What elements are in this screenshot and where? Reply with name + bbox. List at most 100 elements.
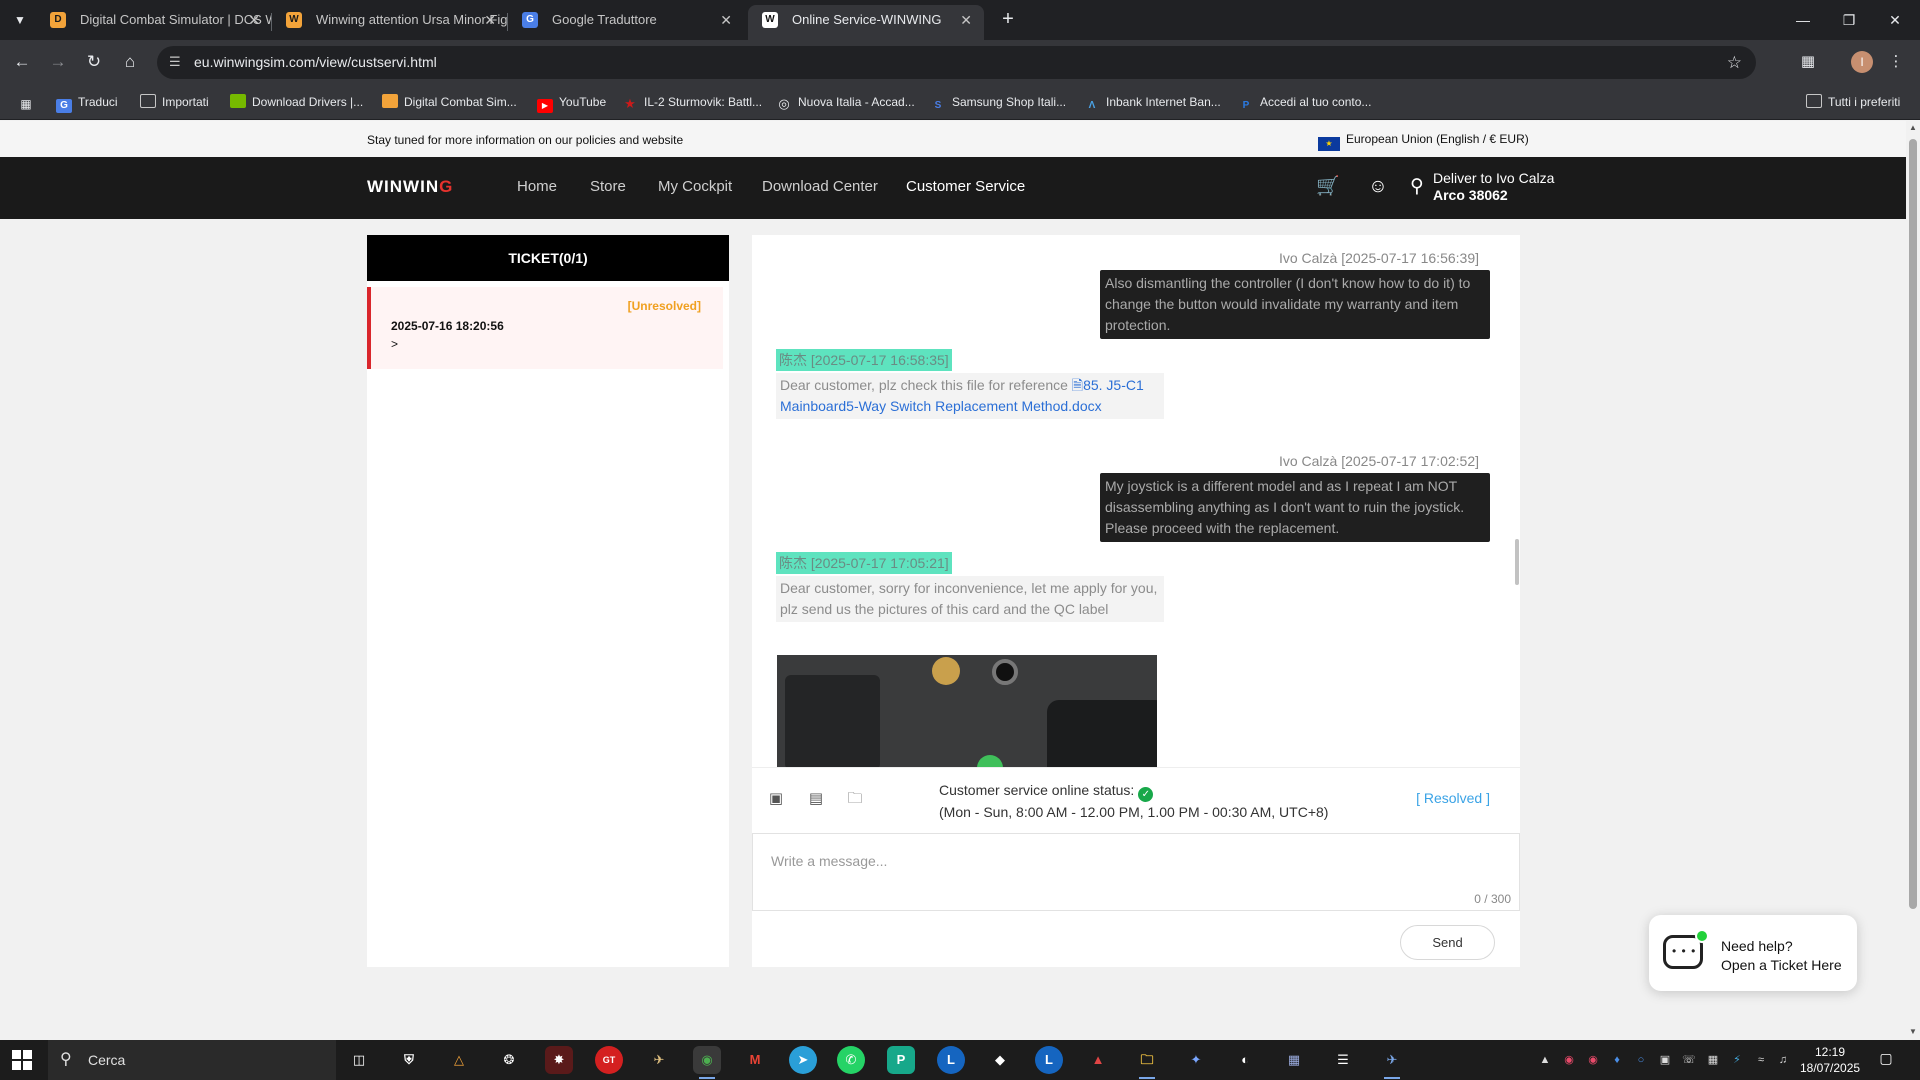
address-url[interactable]: eu.winwingsim.com/view/custservi.html — [194, 46, 437, 79]
tray-app-icon[interactable]: ☏ — [1681, 1052, 1697, 1068]
close-tab-icon[interactable]: ✕ — [484, 5, 496, 35]
nav-my-cockpit[interactable]: My Cockpit — [658, 178, 732, 195]
app-icon[interactable]: △ — [445, 1046, 473, 1074]
app-icon[interactable]: P — [887, 1046, 915, 1074]
scrollbar-thumb[interactable] — [1909, 139, 1917, 909]
whatsapp-icon[interactable]: ✆ — [837, 1046, 865, 1074]
close-tab-icon[interactable]: ✕ — [248, 5, 260, 35]
nav-home[interactable]: Home — [517, 178, 557, 195]
upload-video-icon[interactable]: ▤ — [806, 790, 826, 808]
app-icon[interactable]: ✈ — [1378, 1046, 1406, 1079]
bookmark-importati[interactable]: Importati — [140, 85, 209, 119]
tray-app-icon[interactable]: ⚡ — [1729, 1052, 1745, 1068]
app-icon[interactable]: L — [1035, 1046, 1063, 1074]
taskbar-clock[interactable]: 12:19 18/07/2025 — [1800, 1044, 1860, 1076]
steering-wheel-icon[interactable]: ❂ — [495, 1046, 523, 1074]
bookmark-traduci[interactable]: G Traduci — [56, 85, 118, 119]
tab-search-chevron-icon[interactable]: ▼ — [8, 9, 32, 31]
close-tab-icon[interactable]: ✕ — [960, 5, 972, 35]
app-icon[interactable]: ✸ — [545, 1046, 573, 1074]
bookmark-dcs[interactable]: Digital Combat Sim... — [382, 85, 517, 119]
bookmark-youtube[interactable]: ▶ YouTube — [537, 85, 606, 119]
address-bar[interactable]: ☰ eu.winwingsim.com/view/custservi.html … — [157, 46, 1756, 79]
app-icon[interactable]: ☰ — [1329, 1046, 1357, 1074]
close-window-icon[interactable]: ✕ — [1872, 0, 1918, 40]
tray-app-icon[interactable]: ◉ — [1585, 1052, 1601, 1068]
task-view-icon[interactable]: ◫ — [345, 1046, 373, 1074]
reload-icon[interactable]: ↻ — [80, 48, 108, 76]
volume-icon[interactable]: ♫ — [1775, 1052, 1791, 1068]
nav-customer-service[interactable]: Customer Service — [906, 178, 1025, 195]
back-arrow-icon[interactable]: ← — [8, 48, 36, 76]
browser-tab-online-service[interactable]: W Online Service-WINWING ✕ — [748, 5, 984, 40]
chrome-icon[interactable]: ◉ — [693, 1046, 721, 1079]
tray-chevron-up-icon[interactable]: ▲ — [1537, 1052, 1553, 1068]
notification-center-icon[interactable]: ▢ — [1876, 1050, 1896, 1070]
deliver-to[interactable]: Deliver to Ivo Calza Arco 38062 — [1433, 170, 1554, 204]
help-widget[interactable]: Need help? Open a Ticket Here — [1649, 915, 1857, 991]
close-tab-icon[interactable]: ✕ — [720, 5, 732, 35]
location-pin-icon[interactable]: ⚲ — [1405, 175, 1429, 199]
forward-arrow-icon[interactable]: → — [44, 48, 72, 76]
app-icon[interactable]: L — [937, 1046, 965, 1074]
tray-app-icon[interactable]: ◉ — [1561, 1052, 1577, 1068]
tray-app-icon[interactable]: ▦ — [1705, 1052, 1721, 1068]
bookmark-nuova-italia[interactable]: ◎ Nuova Italia - Accad... — [776, 85, 914, 119]
new-tab-plus-icon[interactable]: + — [994, 6, 1022, 34]
message-input[interactable] — [771, 850, 1471, 872]
bookmark-paypal[interactable]: P Accedi al tuo conto... — [1238, 85, 1372, 119]
windows-start-icon[interactable] — [12, 1050, 32, 1070]
browser-tab-dcs[interactable]: D Digital Combat Simulator | DCS World ✕ — [36, 5, 272, 40]
app-icon[interactable]: ▲ — [1084, 1046, 1112, 1074]
site-info-icon[interactable]: ☰ — [169, 54, 185, 70]
home-icon[interactable]: ⌂ — [116, 48, 144, 76]
plane-icon[interactable]: ✈ — [645, 1046, 673, 1074]
bookmark-nvidia-drivers[interactable]: Download Drivers |... — [230, 85, 363, 119]
cart-icon[interactable]: 🛒 — [1316, 175, 1340, 199]
scroll-down-arrow-icon[interactable]: ▼ — [1908, 1027, 1918, 1036]
telegram-icon[interactable]: ➤ — [789, 1046, 817, 1074]
tray-app-icon[interactable]: ▣ — [1657, 1052, 1673, 1068]
taskbar-search[interactable]: ⚲ Cerca — [48, 1040, 336, 1080]
extensions-puzzle-icon[interactable]: ▦ — [1794, 48, 1822, 76]
file-explorer-icon[interactable]: 🗀 — [1133, 1046, 1161, 1079]
bookmark-star-icon[interactable]: ☆ — [1727, 46, 1742, 79]
upload-file-folder-icon[interactable]: 🗀 — [845, 790, 865, 808]
nav-store[interactable]: Store — [590, 178, 626, 195]
browser-tab-winwing-ursa[interactable]: W Winwing attention Ursa Minor Fighter ✕ — [272, 5, 508, 40]
user-message-meta: Ivo Calzà [2025-07-17 16:56:39] — [1278, 250, 1479, 266]
ticket-item[interactable]: [Unresolved] 2025-07-16 18:20:56 > — [367, 287, 723, 369]
bookmark-inbank[interactable]: Λ Inbank Internet Ban... — [1084, 85, 1221, 119]
message-list-scrollbar[interactable] — [1515, 539, 1519, 585]
region-selector[interactable]: ★ European Union (English / € EUR) — [1318, 132, 1529, 151]
bookmark-samsung[interactable]: S Samsung Shop Itali... — [930, 85, 1066, 119]
nav-download-center[interactable]: Download Center — [762, 178, 878, 195]
upload-image-icon[interactable]: ▣ — [766, 790, 786, 808]
message-list[interactable]: Ivo Calzà [2025-07-17 16:56:39] Also dis… — [752, 235, 1520, 767]
winwing-logo[interactable]: WINWING — [367, 177, 453, 197]
minimize-window-icon[interactable]: — — [1780, 0, 1826, 40]
mark-resolved-button[interactable]: [ Resolved ] — [1416, 790, 1490, 806]
browser-tab-google-translate[interactable]: G Google Traduttore ✕ — [508, 5, 744, 40]
restore-window-icon[interactable]: ❐ — [1826, 0, 1872, 40]
account-user-icon[interactable]: ☺ — [1366, 175, 1390, 199]
attached-photo[interactable] — [777, 655, 1157, 767]
app-icon[interactable]: ✦ — [1182, 1046, 1210, 1074]
apps-grid-icon[interactable]: ▦ — [18, 85, 40, 119]
wifi-icon[interactable]: ≈ — [1753, 1052, 1769, 1068]
gmail-icon[interactable]: M — [741, 1046, 769, 1074]
bluetooth-icon[interactable]: ♦ — [1609, 1052, 1625, 1068]
profile-avatar[interactable]: I — [1851, 51, 1873, 73]
app-icon[interactable]: ◆ — [986, 1046, 1014, 1074]
gt-app-icon[interactable]: GT — [595, 1046, 623, 1074]
send-button[interactable]: Send — [1400, 925, 1495, 960]
bookmark-il2[interactable]: ★ IL-2 Sturmovik: Battl... — [622, 85, 762, 119]
browser-menu-kebab-icon[interactable]: ⋮ — [1882, 48, 1910, 76]
page-scrollbar[interactable]: ▲ ▼ — [1906, 121, 1920, 1040]
all-bookmarks-folder[interactable]: Tutti i preferiti — [1806, 85, 1900, 119]
security-shield-icon[interactable]: ⛨ — [395, 1046, 423, 1074]
scroll-up-arrow-icon[interactable]: ▲ — [1908, 123, 1918, 132]
tray-app-icon[interactable]: ○ — [1633, 1052, 1649, 1068]
calculator-icon[interactable]: ▦ — [1280, 1046, 1308, 1074]
app-icon[interactable]: ◐ — [1231, 1046, 1259, 1074]
